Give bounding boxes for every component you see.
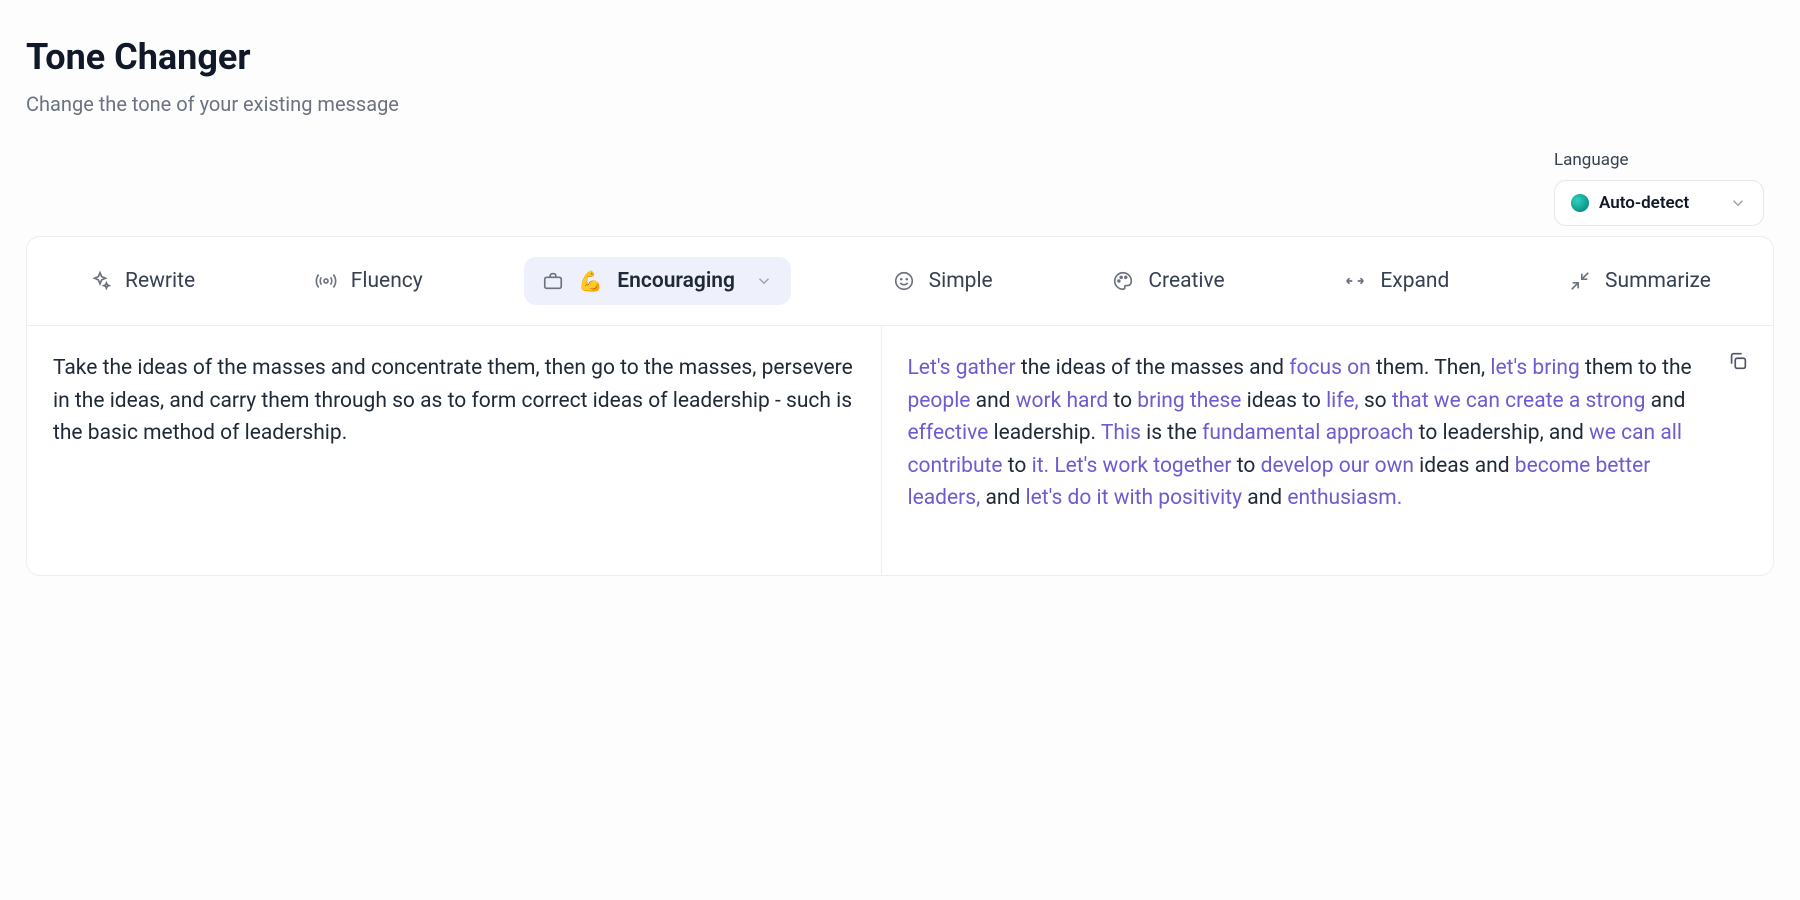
page-subtitle: Change the tone of your existing message	[26, 92, 1774, 116]
output-text: to	[1232, 454, 1261, 478]
tone-tabs: Rewrite Fluency 💪 Encouraging	[27, 237, 1773, 326]
briefcase-icon	[542, 270, 564, 292]
output-text: leadership.	[988, 421, 1101, 445]
output-text: them. Then,	[1371, 356, 1491, 380]
output-highlight: let's bring	[1490, 356, 1579, 380]
page-title: Tone Changer	[26, 36, 1774, 78]
output-highlight: Let's gather	[908, 356, 1016, 380]
output-highlight: it.	[1032, 454, 1050, 478]
output-text: to	[1003, 454, 1032, 478]
main-panel: Rewrite Fluency 💪 Encouraging	[26, 236, 1774, 576]
output-text: ideas to	[1241, 389, 1326, 413]
tab-label: Expand	[1380, 269, 1449, 293]
expand-arrows-icon	[1344, 270, 1366, 292]
tab-encouraging[interactable]: 💪 Encouraging	[524, 257, 791, 305]
output-highlight: This	[1101, 421, 1141, 445]
tab-fluency[interactable]: Fluency	[297, 257, 441, 305]
copy-button[interactable]	[1723, 346, 1753, 376]
tab-expand[interactable]: Expand	[1326, 257, 1467, 305]
language-select[interactable]: Auto-detect	[1554, 180, 1764, 226]
output-text: and	[980, 486, 1025, 510]
collapse-arrows-icon	[1569, 270, 1591, 292]
output-text: the ideas of the masses and	[1016, 356, 1290, 380]
chevron-down-icon	[755, 272, 773, 290]
output-highlight: focus on	[1289, 356, 1370, 380]
output-highlight: Let's work together	[1054, 454, 1231, 478]
content-area: Take the ideas of the masses and concent…	[27, 326, 1773, 575]
tab-label: Fluency	[351, 269, 423, 293]
tab-rewrite[interactable]: Rewrite	[71, 257, 213, 305]
output-highlight: people	[908, 389, 971, 413]
output-text: and	[970, 389, 1015, 413]
language-label: Language	[1554, 150, 1629, 170]
output-text-area: Let's gather the ideas of the masses and…	[882, 326, 1774, 575]
output-highlight: effective	[908, 421, 989, 445]
flex-arm-icon: 💪	[578, 269, 603, 293]
tab-simple[interactable]: Simple	[875, 257, 1011, 305]
output-text: ideas and	[1414, 454, 1515, 478]
input-text-area[interactable]: Take the ideas of the masses and concent…	[27, 326, 882, 575]
output-highlight: life,	[1326, 389, 1359, 413]
output-text: so	[1359, 389, 1392, 413]
tab-label: Encouraging	[617, 269, 735, 293]
output-highlight: fundamental approach	[1202, 421, 1413, 445]
output-text: to	[1108, 389, 1137, 413]
output-highlight: develop our own	[1261, 454, 1414, 478]
output-text: them to the	[1580, 356, 1692, 380]
tab-label: Simple	[929, 269, 993, 293]
output-text: is the	[1141, 421, 1202, 445]
tab-label: Rewrite	[125, 269, 195, 293]
output-highlight: that we can create a strong	[1392, 389, 1646, 413]
output-highlight: enthusiasm.	[1287, 486, 1402, 510]
output-text: and	[1242, 486, 1287, 510]
language-value: Auto-detect	[1599, 193, 1689, 213]
tab-creative[interactable]: Creative	[1094, 257, 1242, 305]
output-highlight: let's do it with positivity	[1026, 486, 1243, 510]
chevron-down-icon	[1729, 194, 1747, 212]
output-highlight: bring these	[1137, 389, 1241, 413]
output-text: to leadership, and	[1413, 421, 1589, 445]
output-highlight: work hard	[1016, 389, 1108, 413]
tab-label: Creative	[1148, 269, 1224, 293]
sparkle-icon	[89, 270, 111, 292]
output-text: and	[1645, 389, 1685, 413]
palette-icon	[1112, 270, 1134, 292]
globe-icon	[1571, 194, 1589, 212]
tab-label: Summarize	[1605, 269, 1711, 293]
smile-icon	[893, 270, 915, 292]
tab-summarize[interactable]: Summarize	[1551, 257, 1729, 305]
broadcast-icon	[315, 270, 337, 292]
